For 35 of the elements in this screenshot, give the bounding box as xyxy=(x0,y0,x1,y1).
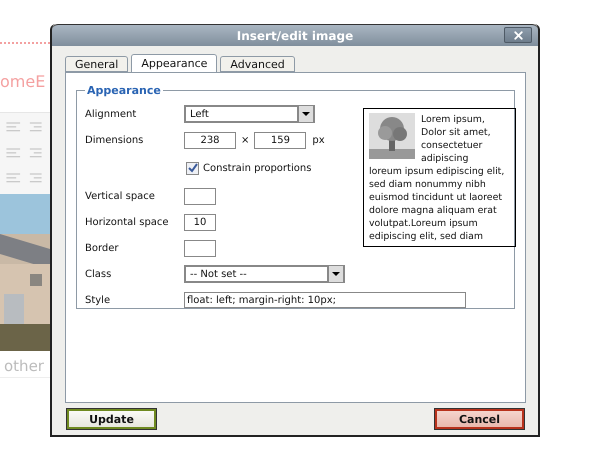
field-label: Border xyxy=(85,242,120,254)
tree-icon xyxy=(369,113,415,159)
close-icon xyxy=(512,28,524,42)
tab[interactable]: Advanced xyxy=(220,56,295,72)
input-field[interactable] xyxy=(184,240,216,256)
section-title: Appearance xyxy=(86,84,162,97)
dropdown[interactable]: Left xyxy=(184,105,315,123)
times-sign: × xyxy=(240,134,250,146)
preview-text: loreum ipsum edipiscing elit, sed diam nonummy nibh euismod tincidunt ut laoreet dolore magna aliquam erat volutpat.Loreum ipsum edipiscing elit, sed diam xyxy=(369,165,506,243)
field-label: Style xyxy=(85,294,112,306)
caret-icon xyxy=(327,266,343,282)
field-label: Alignment xyxy=(85,108,138,120)
tab[interactable]: General xyxy=(65,56,128,72)
close-button[interactable] xyxy=(504,27,532,43)
field-label: Dimensions xyxy=(85,134,144,146)
height-field[interactable]: 159 xyxy=(254,132,306,148)
input-field[interactable] xyxy=(184,188,216,204)
heading-text: omeE xyxy=(0,72,46,93)
field-label: Vertical space xyxy=(85,190,156,202)
unit-label: px xyxy=(311,134,325,146)
align-icon xyxy=(4,146,44,160)
input-field[interactable]: float: left; margin-right: 10px; xyxy=(184,292,466,308)
checkbox-label: Constrain proportions xyxy=(203,162,312,174)
field-label: Horizontal space xyxy=(85,216,170,228)
update-button[interactable]: Update xyxy=(67,409,156,429)
width-field[interactable]: 238 xyxy=(184,132,236,148)
input-field[interactable]: 10 xyxy=(184,214,216,230)
cancel-button[interactable]: Cancel xyxy=(435,409,524,429)
caret-icon xyxy=(297,106,313,122)
preview-text: Lorem ipsum, Dolor sit amet, consectetuer adipiscing xyxy=(421,113,492,165)
dropdown[interactable]: -- Not set -- xyxy=(184,265,345,283)
tab[interactable]: Appearance xyxy=(131,54,218,72)
checkbox[interactable] xyxy=(186,162,199,174)
window-title: Insert/edit image xyxy=(236,28,354,42)
field-label: Class xyxy=(85,268,112,280)
